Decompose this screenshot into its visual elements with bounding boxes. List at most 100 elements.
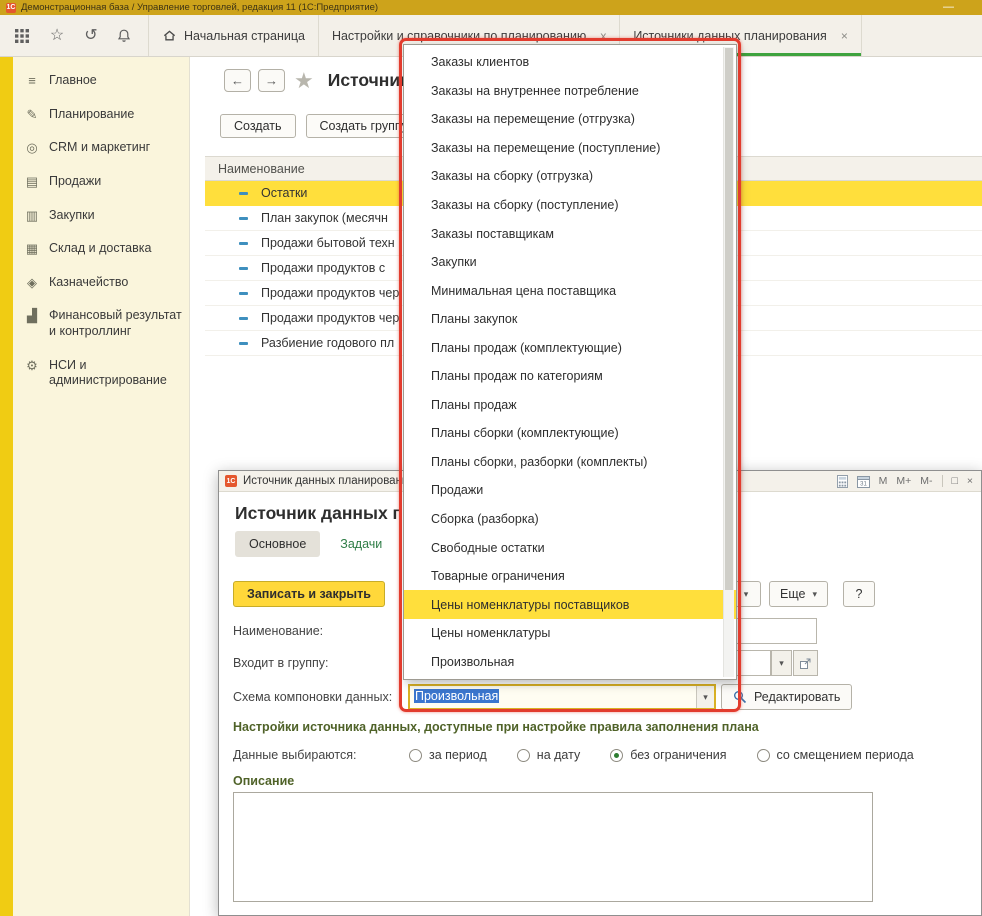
favorites-icon[interactable]: ☆ bbox=[48, 27, 66, 45]
close-window-icon[interactable]: × bbox=[967, 475, 973, 487]
dropdown-item[interactable]: Планы продаж bbox=[404, 391, 736, 420]
notifications-bell-icon[interactable] bbox=[116, 28, 134, 44]
tab-home[interactable]: Начальная страница bbox=[148, 15, 319, 56]
dropdown-item[interactable]: Товарные ограничения bbox=[404, 562, 736, 591]
data-source-item-icon bbox=[239, 267, 252, 270]
edit-button-label: Редактировать bbox=[754, 690, 840, 704]
tab-settings-label: Настройки и справочники по планированию bbox=[332, 29, 586, 43]
sidebar-item-planning[interactable]: ✎ Планирование bbox=[13, 98, 189, 132]
minimize-icon[interactable]: — bbox=[943, 3, 954, 12]
schema-dropdown-button[interactable]: ▾ bbox=[696, 686, 714, 708]
group-open-button[interactable] bbox=[793, 650, 818, 676]
forward-button[interactable]: → bbox=[258, 69, 285, 92]
dropdown-item[interactable]: Планы сборки, разборки (комплекты) bbox=[404, 448, 736, 477]
dropdown-item-label: Заказы на перемещение (отгрузка) bbox=[431, 112, 635, 126]
sidebar-item-financial-result[interactable]: ▟ Финансовый результат и контроллинг bbox=[13, 299, 189, 348]
add-favorite-star-icon[interactable]: ★ bbox=[294, 70, 314, 92]
description-textarea[interactable] bbox=[233, 792, 873, 902]
create-button[interactable]: Создать bbox=[220, 114, 296, 138]
dropdown-item[interactable]: Заказы на перемещение (поступление) bbox=[404, 134, 736, 163]
sidebar-item-treasury[interactable]: ◈ Казначейство bbox=[13, 266, 189, 300]
dropdown-item[interactable]: Продажи bbox=[404, 476, 736, 505]
schema-combobox[interactable]: Произвольная ▾ bbox=[408, 684, 716, 710]
back-button[interactable]: ← bbox=[224, 69, 251, 92]
sidebar-item-crm-marketing[interactable]: ◎ CRM и маркетинг bbox=[13, 131, 189, 165]
group-dropdown-button[interactable]: ▾ bbox=[771, 650, 792, 676]
dropdown-item-label: Планы закупок bbox=[431, 312, 517, 326]
dropdown-scrollbar[interactable] bbox=[723, 47, 734, 677]
dropdown-item-label: Заказы на внутреннее потребление bbox=[431, 84, 639, 98]
main-menu-icon[interactable] bbox=[14, 28, 32, 44]
dropdown-item[interactable]: Цены номенклатуры bbox=[404, 619, 736, 648]
sidebar-item-sales[interactable]: ▤ Продажи bbox=[13, 165, 189, 199]
memory-minus-button[interactable]: М- bbox=[920, 475, 932, 487]
dropdown-item[interactable]: Планы продаж по категориям bbox=[404, 362, 736, 391]
radio-option[interactable]: за период bbox=[409, 748, 487, 762]
dropdown-item-label: Минимальная цена поставщика bbox=[431, 284, 616, 298]
dropdown-item[interactable]: Заказы на перемещение (отгрузка) bbox=[404, 105, 736, 134]
dialog-nav-tabs: Основное Задачи Мо bbox=[235, 531, 420, 557]
radio-circle-icon bbox=[757, 749, 770, 762]
home-icon bbox=[162, 28, 177, 43]
radio-option[interactable]: без ограничения bbox=[610, 748, 726, 762]
dropdown-item[interactable]: Заказы на сборку (поступление) bbox=[404, 191, 736, 220]
dropdown-item[interactable]: Свободные остатки bbox=[404, 533, 736, 562]
scrollbar-thumb[interactable] bbox=[725, 48, 733, 590]
sidebar-item-label: Планирование bbox=[49, 107, 134, 123]
sidebar-item-label: Казначейство bbox=[49, 275, 128, 291]
dropdown-item[interactable]: Произвольная bbox=[404, 647, 736, 676]
radio-option[interactable]: на дату bbox=[517, 748, 580, 762]
radio-option-label: без ограничения bbox=[630, 748, 726, 762]
memory-plus-button[interactable]: М+ bbox=[896, 475, 911, 487]
dropdown-items: Заказы клиентов Заказы на внутреннее пот… bbox=[404, 48, 736, 676]
help-button[interactable]: ? bbox=[843, 581, 875, 607]
dropdown-item-label: Цены номенклатуры bbox=[431, 626, 550, 640]
dropdown-item[interactable]: Цены номенклатуры поставщиков bbox=[404, 590, 736, 619]
row-label: Продажи продуктов с bbox=[261, 261, 385, 275]
save-and-close-button[interactable]: Записать и закрыть bbox=[233, 581, 385, 607]
dropdown-item[interactable]: Планы сборки (комплектующие) bbox=[404, 419, 736, 448]
financial-result-icon: ▟ bbox=[24, 308, 40, 323]
dropdown-item[interactable]: Заказы на внутреннее потребление bbox=[404, 77, 736, 106]
dropdown-item[interactable]: Минимальная цена поставщика bbox=[404, 276, 736, 305]
dropdown-item[interactable]: Заказы поставщикам bbox=[404, 219, 736, 248]
row-label: Разбиение годового пл bbox=[261, 336, 394, 350]
dropdown-item-label: Закупки bbox=[431, 255, 477, 269]
data-selection-label: Данные выбираются: bbox=[233, 748, 409, 762]
data-source-item-icon bbox=[239, 242, 252, 245]
tab-close-icon[interactable]: х bbox=[600, 29, 606, 43]
dropdown-item[interactable]: Планы продаж (комплектующие) bbox=[404, 333, 736, 362]
restore-window-icon[interactable]: □ bbox=[952, 475, 958, 487]
memory-button[interactable]: М bbox=[879, 475, 888, 487]
dialog-tab-tasks[interactable]: Задачи bbox=[340, 537, 382, 551]
controls-divider bbox=[942, 475, 943, 487]
sidebar-item-label: Продажи bbox=[49, 174, 101, 190]
dropdown-item[interactable]: Заказы на сборку (отгрузка) bbox=[404, 162, 736, 191]
row-label: Продажи продуктов чер bbox=[261, 311, 399, 325]
edit-schema-button[interactable]: Редактировать bbox=[721, 684, 852, 710]
window-titlebar: 1С Демонстрационная база / Управление то… bbox=[0, 0, 982, 15]
dialog-1c-icon: 1С bbox=[225, 475, 237, 487]
calculator-icon[interactable] bbox=[837, 475, 848, 488]
dropdown-item[interactable]: Заказы клиентов bbox=[404, 48, 736, 77]
tab-close-icon[interactable]: × bbox=[841, 29, 848, 43]
calendar-icon[interactable]: 31 bbox=[857, 475, 870, 488]
data-source-item-icon bbox=[239, 342, 252, 345]
more-button[interactable]: Еще ▾ bbox=[769, 581, 828, 607]
sidebar-item-warehouse-delivery[interactable]: ▦ Склад и доставка bbox=[13, 232, 189, 266]
dropdown-item[interactable]: Сборка (разборка) bbox=[404, 505, 736, 534]
radio-option[interactable]: со смещением периода bbox=[757, 748, 914, 762]
data-source-item-icon bbox=[239, 217, 252, 220]
dialog-tab-main[interactable]: Основное bbox=[235, 531, 320, 557]
accent-strip bbox=[0, 57, 13, 916]
sidebar-item-purchases[interactable]: ▥ Закупки bbox=[13, 199, 189, 233]
dropdown-item[interactable]: Планы закупок bbox=[404, 305, 736, 334]
group-field-label: Входит в группу: bbox=[233, 656, 328, 670]
data-source-item-icon bbox=[239, 192, 252, 195]
history-icon[interactable]: ↺ bbox=[82, 27, 100, 45]
row-label: План закупок (месячн bbox=[261, 211, 388, 225]
sidebar-item-main[interactable]: ≡ Главное bbox=[13, 64, 189, 98]
dropdown-item-label: Свободные остатки bbox=[431, 541, 545, 555]
dropdown-item[interactable]: Закупки bbox=[404, 248, 736, 277]
sidebar-item-master-data-admin[interactable]: ⚙ НСИ и администрирование bbox=[13, 349, 189, 398]
